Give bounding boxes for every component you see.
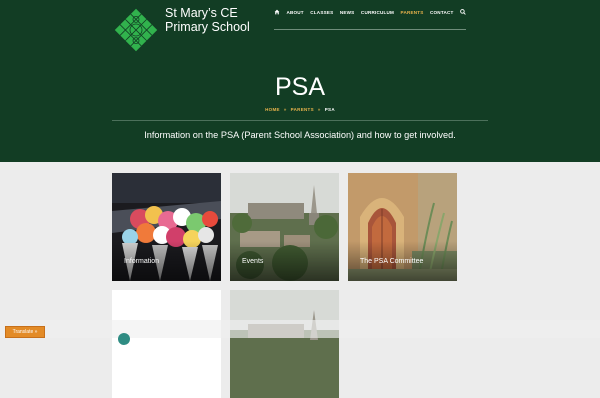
home-icon[interactable] [274,9,280,15]
nav-item-classes[interactable]: CLASSES [310,10,333,15]
school-name[interactable]: St Mary’s CE Primary School [165,6,250,34]
card-row2-town-image [230,290,339,398]
page-title: PSA [274,73,326,101]
breadcrumb-separator: » [317,107,321,112]
nav-item-parents[interactable]: PARENTS [401,10,424,15]
breadcrumb-current: PSA [324,107,335,112]
card-psa-committee-label: The PSA Committee [360,258,424,265]
nav-item-news[interactable]: NEWS [340,10,355,15]
nav-item-curriculum[interactable]: CURRICULUM [361,10,394,15]
header-divider [112,120,488,121]
card-information-label: Information [124,258,160,265]
card-psa-committee[interactable]: The PSA Committee [348,173,457,281]
breadcrumb: HOME» PARENTS» PSA [0,107,600,112]
accessibility-widget[interactable] [118,333,130,345]
breadcrumb-home[interactable]: HOME [265,107,280,112]
nav-item-contact[interactable]: CONTACT [430,10,454,15]
intro-text: Information on the PSA (Parent School As… [144,130,456,140]
card-events-label: Events [242,258,264,265]
translate-button[interactable]: Translate » [5,326,45,338]
card-events[interactable]: Events [230,173,339,281]
card-information[interactable]: Information [112,173,221,281]
main-nav: ABOUT CLASSES NEWS CURRICULUM PARENTS CO… [274,9,466,15]
bottom-overlay [0,320,600,338]
card-row2-town[interactable] [230,290,339,398]
nav-divider [274,29,466,30]
school-name-line1: St Mary’s CE [165,6,238,20]
breadcrumb-parents[interactable]: PARENTS [291,107,314,112]
school-logo[interactable] [112,6,160,54]
nav-item-about[interactable]: ABOUT [286,10,303,15]
school-name-line2: Primary School [165,20,250,34]
card-row2-white[interactable] [112,290,221,398]
search-icon[interactable] [460,9,466,15]
breadcrumb-separator: » [283,107,287,112]
